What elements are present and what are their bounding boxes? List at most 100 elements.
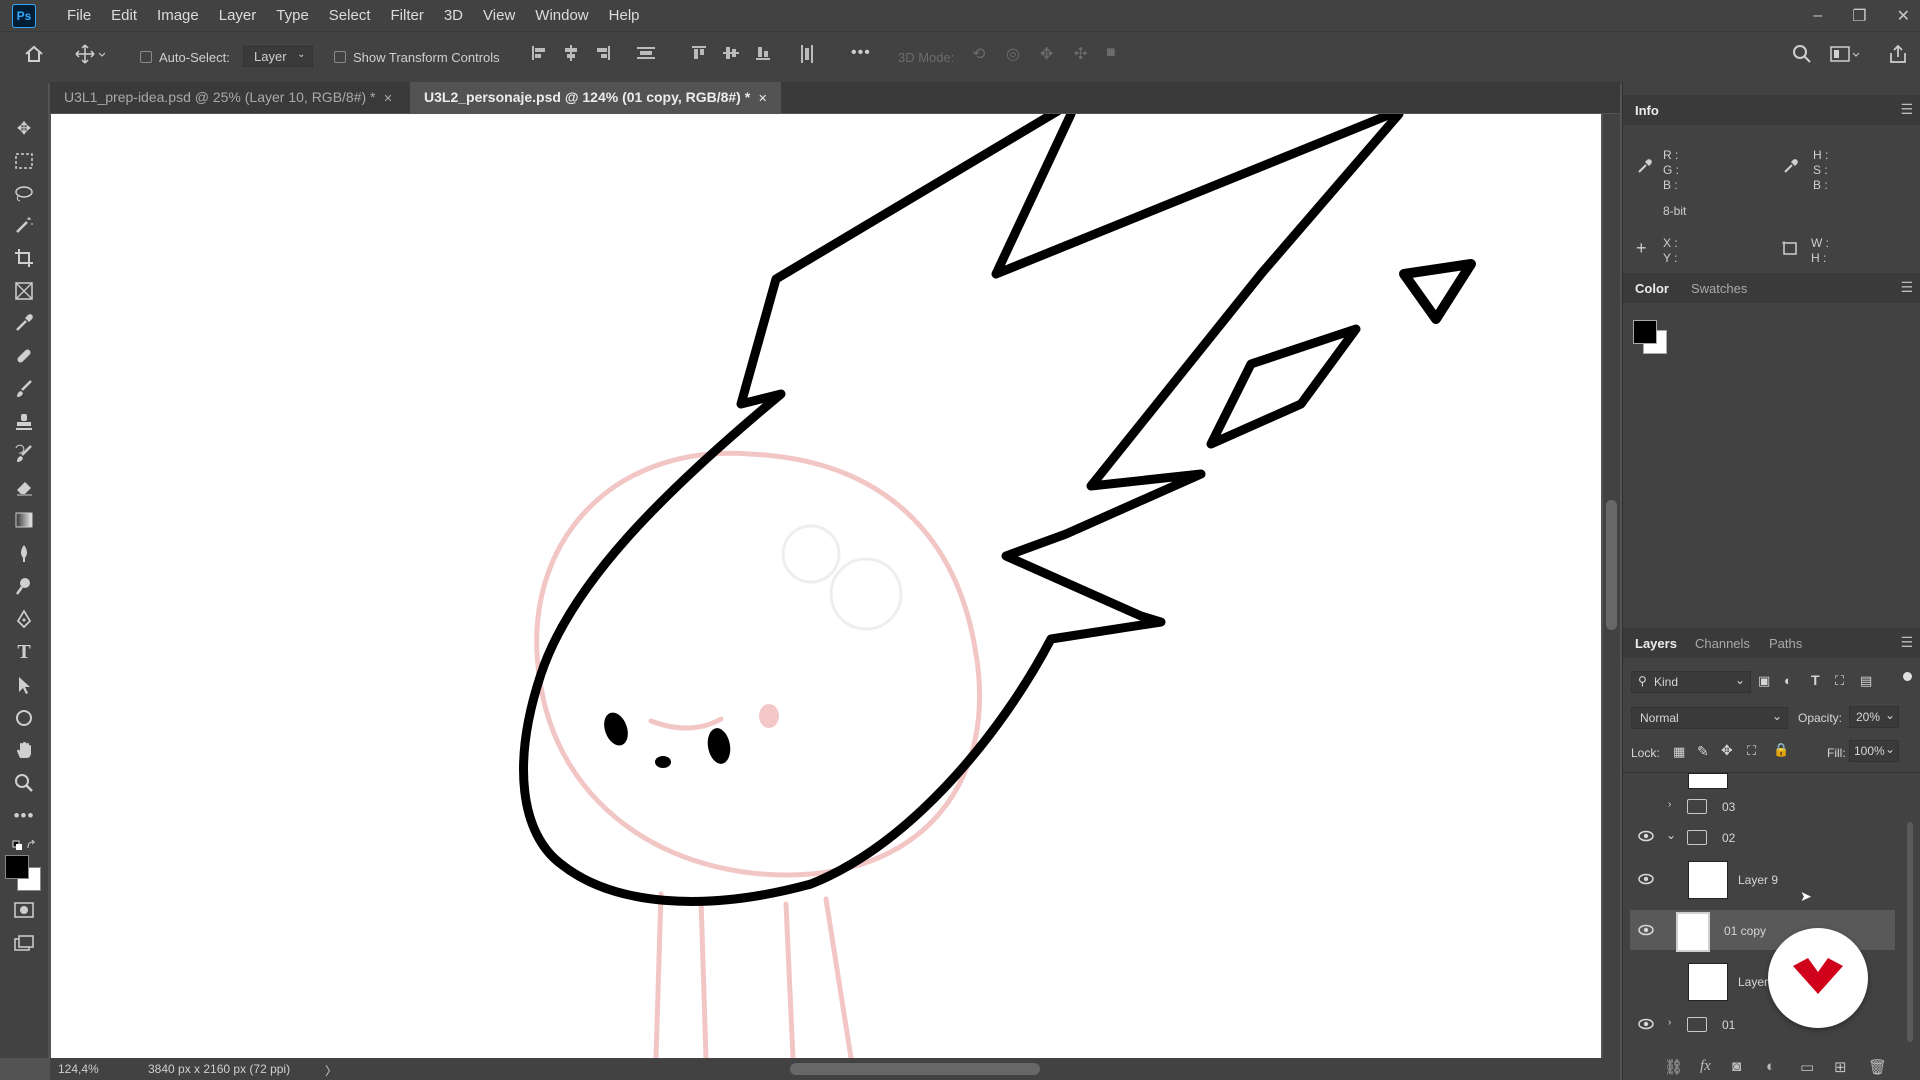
status-menu-arrow[interactable]: 〉 bbox=[325, 1062, 337, 1079]
restore-button[interactable]: ❐ bbox=[1852, 6, 1866, 26]
history-brush-tool-icon[interactable] bbox=[11, 441, 37, 467]
layer-filter-kind-dropdown[interactable]: ⚲ Kind ⌄ bbox=[1631, 671, 1751, 693]
menu-select[interactable]: Select bbox=[319, 7, 381, 24]
zoom-level[interactable]: 124,4% bbox=[58, 1062, 99, 1076]
orbit-3d-icon[interactable]: ⟲ bbox=[972, 44, 985, 64]
tab-swatches[interactable]: Swatches bbox=[1691, 281, 1747, 296]
menu-filter[interactable]: Filter bbox=[381, 7, 434, 24]
foreground-color-swatch[interactable] bbox=[5, 855, 29, 879]
tab-info[interactable]: Info bbox=[1635, 103, 1659, 118]
link-layers-icon[interactable]: ⛓ bbox=[1664, 1058, 1683, 1076]
filter-smart-object-icon[interactable]: ▤ bbox=[1860, 673, 1872, 689]
eyedropper-tool-icon[interactable] bbox=[11, 310, 37, 336]
chevron-right-icon[interactable]: › bbox=[1668, 1017, 1671, 1028]
zoom-tool-icon[interactable] bbox=[11, 770, 37, 796]
healing-brush-tool-icon[interactable] bbox=[11, 343, 37, 369]
tab-u3l1-prep-idea[interactable]: U3L1_prep-idea.psd @ 25% (Layer 10, RGB/… bbox=[50, 82, 407, 113]
document-canvas[interactable] bbox=[51, 114, 1601, 1058]
opacity-input[interactable]: 20% ⌄ bbox=[1849, 706, 1899, 728]
quick-mask-icon[interactable] bbox=[11, 897, 37, 923]
menu-3d[interactable]: 3D bbox=[434, 7, 473, 24]
filter-toggle-icon[interactable] bbox=[1903, 672, 1912, 681]
roll-3d-icon[interactable]: ◎ bbox=[1006, 44, 1020, 64]
more-options-button[interactable]: ••• bbox=[851, 44, 871, 62]
lasso-tool-icon[interactable] bbox=[11, 180, 37, 206]
lock-position-icon[interactable]: ✥ bbox=[1721, 742, 1733, 759]
layer-row-group-02[interactable]: ⌄ 02 bbox=[1630, 818, 1895, 858]
distribute-vertical-icon[interactable] bbox=[798, 44, 816, 69]
menu-view[interactable]: View bbox=[473, 7, 525, 24]
distribute-horizontal-icon[interactable] bbox=[636, 44, 656, 67]
screen-mode-icon[interactable] bbox=[11, 930, 37, 956]
trash-icon[interactable]: 🗑 bbox=[1868, 1058, 1887, 1076]
show-transform-checkbox[interactable]: Show Transform Controls bbox=[334, 50, 500, 65]
slide-3d-icon[interactable]: ✣ bbox=[1074, 44, 1087, 64]
new-layer-icon[interactable]: ⊞ bbox=[1834, 1058, 1847, 1076]
close-tab-icon[interactable]: ✕ bbox=[383, 93, 392, 105]
eraser-tool-icon[interactable] bbox=[11, 474, 37, 500]
tab-channels[interactable]: Channels bbox=[1695, 636, 1750, 651]
align-bottom-icon[interactable] bbox=[754, 44, 772, 67]
eye-icon[interactable] bbox=[1638, 830, 1654, 842]
menu-file[interactable]: File bbox=[57, 7, 101, 24]
move-tool-preset-icon[interactable] bbox=[75, 44, 106, 69]
home-icon[interactable] bbox=[24, 44, 44, 69]
close-window-button[interactable]: ✕ bbox=[1897, 6, 1910, 26]
frame-tool-icon[interactable] bbox=[11, 278, 37, 304]
close-tab-icon[interactable]: ✕ bbox=[758, 93, 767, 105]
crop-tool-icon[interactable] bbox=[11, 245, 37, 271]
vertical-scroll-thumb[interactable] bbox=[1606, 500, 1617, 630]
align-top-icon[interactable] bbox=[690, 44, 708, 67]
align-middle-icon[interactable] bbox=[722, 44, 740, 67]
lock-artboard-icon[interactable]: ⛶ bbox=[1747, 743, 1756, 759]
pen-tool-icon[interactable] bbox=[11, 606, 37, 632]
chevron-down-icon[interactable]: ⌄ bbox=[1666, 828, 1676, 842]
minimize-button[interactable]: – bbox=[1813, 7, 1822, 25]
edit-toolbar-icon[interactable]: ••• bbox=[11, 803, 37, 829]
ellipse-tool-icon[interactable] bbox=[11, 705, 37, 731]
color-panel-foreground-swatch[interactable] bbox=[1633, 320, 1657, 344]
layer-row-layer-9[interactable]: Layer 9 bbox=[1630, 859, 1895, 899]
menu-window[interactable]: Window bbox=[525, 7, 598, 24]
fill-input[interactable]: 100% ⌄ bbox=[1849, 740, 1899, 762]
eye-icon[interactable] bbox=[1638, 1018, 1654, 1030]
menu-layer[interactable]: Layer bbox=[209, 7, 267, 24]
lock-transparent-pixels-icon[interactable]: ▦ bbox=[1673, 744, 1685, 760]
search-icon[interactable] bbox=[1792, 44, 1812, 69]
clone-stamp-tool-icon[interactable] bbox=[11, 409, 37, 435]
workspace-icon[interactable] bbox=[1830, 44, 1860, 69]
photoshop-logo[interactable]: Ps bbox=[12, 3, 36, 28]
menu-edit[interactable]: Edit bbox=[101, 7, 147, 24]
menu-image[interactable]: Image bbox=[147, 7, 209, 24]
path-selection-tool-icon[interactable] bbox=[11, 672, 37, 698]
align-right-icon[interactable] bbox=[594, 44, 612, 67]
align-center-icon[interactable] bbox=[562, 44, 580, 67]
horizontal-scroll-thumb[interactable] bbox=[790, 1063, 1040, 1075]
tab-paths[interactable]: Paths bbox=[1769, 636, 1802, 651]
auto-select-checkbox[interactable]: Auto-Select: bbox=[140, 50, 230, 65]
auto-select-dropdown[interactable]: Layer ⌄ bbox=[243, 46, 313, 67]
panel-menu-icon[interactable]: ☰ bbox=[1900, 634, 1913, 651]
tab-u3l2-personaje[interactable]: U3L2_personaje.psd @ 124% (01 copy, RGB/… bbox=[410, 82, 782, 113]
eye-icon[interactable] bbox=[1638, 873, 1654, 885]
brush-tool-icon[interactable] bbox=[11, 376, 37, 402]
menu-type[interactable]: Type bbox=[266, 7, 319, 24]
filter-type-icon[interactable]: T bbox=[1811, 672, 1820, 688]
hand-tool-icon[interactable] bbox=[11, 737, 37, 763]
layers-scrollbar[interactable] bbox=[1907, 822, 1913, 1042]
magic-wand-tool-icon[interactable] bbox=[11, 212, 37, 238]
lock-all-icon[interactable]: 🔒 bbox=[1773, 742, 1789, 758]
tab-layers[interactable]: Layers bbox=[1635, 636, 1677, 651]
pan-3d-icon[interactable]: ✥ bbox=[1040, 44, 1053, 64]
tab-color[interactable]: Color bbox=[1635, 281, 1669, 296]
marquee-tool-icon[interactable] bbox=[11, 148, 37, 174]
lock-image-pixels-icon[interactable]: ✎ bbox=[1697, 743, 1709, 760]
align-left-icon[interactable] bbox=[530, 44, 548, 67]
layer-effects-button[interactable]: fx bbox=[1700, 1058, 1711, 1075]
scale-3d-icon[interactable]: ■ bbox=[1106, 44, 1116, 62]
add-mask-icon[interactable]: ◙ bbox=[1732, 1058, 1741, 1075]
panel-menu-icon[interactable]: ☰ bbox=[1900, 279, 1913, 296]
type-tool-icon[interactable]: T bbox=[11, 639, 37, 665]
new-group-icon[interactable]: ▭ bbox=[1800, 1058, 1814, 1076]
panel-menu-icon[interactable]: ☰ bbox=[1900, 101, 1913, 118]
